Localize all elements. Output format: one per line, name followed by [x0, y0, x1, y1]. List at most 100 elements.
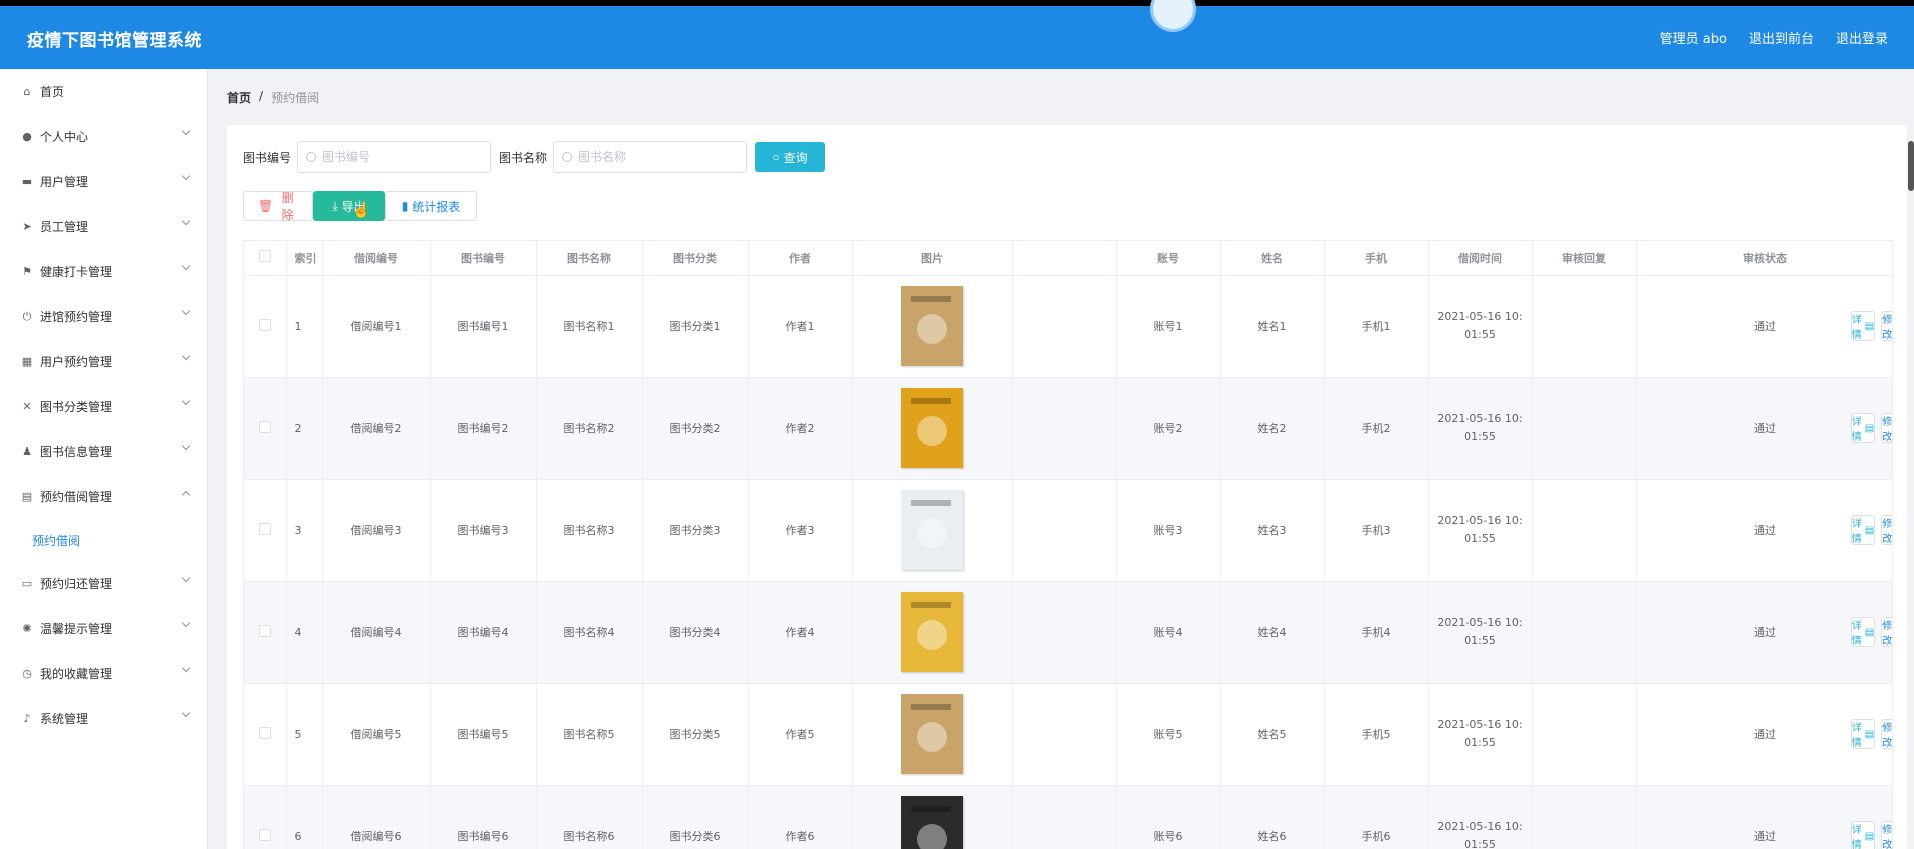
sidebar-item-11[interactable]: ✺ 温馨提示管理 — [0, 606, 207, 651]
cell-author: 作者1 — [748, 275, 853, 378]
table-row[interactable]: 5 借阅编号5 图书编号5 图书名称5 图书分类5 作者5 账号5 姓名5 手机5 2021-05… — [244, 683, 1893, 786]
sidebar-item-10[interactable]: ▭ 预约归还管理 — [0, 561, 207, 606]
sidebar-item-0[interactable]: ⌂ 首页 — [0, 69, 207, 114]
edit-button[interactable]: 修改✎ — [1881, 719, 1893, 749]
sidebar-item-5[interactable]: ⏻ 进馆预约管理 — [0, 294, 207, 339]
breadcrumb: 首页 / 预约借阅 — [227, 89, 319, 106]
cell-phone: 手机3 — [1324, 479, 1429, 582]
sidebar-item-label: 我的收藏管理 — [40, 667, 113, 681]
sidebar-item-3[interactable]: ➤ 员工管理 — [0, 204, 207, 249]
scrollbar-thumb[interactable] — [1908, 141, 1914, 191]
row-checkbox[interactable] — [258, 624, 271, 637]
export-button[interactable]: ⤓ 导出 ☝ — [313, 191, 385, 221]
chevron-down-icon — [181, 306, 191, 316]
table-header-row: 索引 借阅编号 图书编号 图书名称 图书分类 作者 图片 账号 姓名 手机 借阅时间 审核回复 审核状态… — [244, 241, 1892, 276]
table-row[interactable]: 3 借阅编号3 图书编号3 图书名称3 图书分类3 作者3 账号3 姓名3 手机3 2021-05… — [244, 479, 1892, 582]
cell-book_no: 图书编号3 — [430, 479, 537, 582]
breadcrumb-home[interactable]: 首页 — [227, 89, 251, 106]
sidebar-item-label: 预约归还管理 — [40, 577, 113, 591]
book-name-input[interactable] — [578, 150, 729, 164]
avatar[interactable] — [1150, 0, 1196, 32]
column-header: 图片 — [852, 241, 1013, 276]
sidebar-item-13[interactable]: ♪ 系统管理 — [0, 696, 207, 741]
exit-to-front-link[interactable]: 退出到前台 — [1749, 28, 1814, 47]
row-checkbox[interactable] — [258, 726, 271, 739]
edit-button[interactable]: 修改✎ — [1881, 617, 1892, 647]
column-header-spacer — [1012, 241, 1117, 276]
cell-book_no: 图书编号6 — [430, 785, 537, 849]
row-checkbox-cell — [244, 683, 287, 786]
row-checkbox[interactable] — [258, 522, 271, 535]
column-header: 借阅时间 — [1428, 241, 1533, 276]
sidebar-item-8[interactable]: ♟ 图书信息管理 — [0, 429, 207, 474]
cell-spacer — [1012, 377, 1117, 480]
row-checkbox[interactable] — [258, 420, 271, 433]
sidebar-item-2[interactable]: ▬ 用户管理 — [0, 159, 207, 204]
edit-button[interactable]: 修改✎ — [1881, 515, 1892, 545]
sidebar-item-12[interactable]: ◷ 我的收藏管理 — [0, 651, 207, 696]
clock-icon: ◷ — [22, 667, 32, 680]
cell-idx: 2 — [286, 377, 323, 480]
book-name-field[interactable] — [553, 141, 748, 173]
ticket-icon: ▬ — [21, 175, 33, 188]
book-cover-image[interactable] — [901, 796, 963, 849]
sidebar-item-7[interactable]: ✕ 图书分类管理 — [0, 384, 207, 429]
edit-button[interactable]: 修改✎ — [1881, 311, 1892, 341]
table-row[interactable]: 6 借阅编号6 图书编号6 图书名称6 图书分类6 作者6 账号6 姓名6 手机6 2021-05… — [244, 785, 1893, 849]
select-all-checkbox[interactable] — [258, 250, 271, 263]
table-body: 1 借阅编号1 图书编号1 图书名称1 图书分类1 作者1 账号1 姓名1 手机1 2021-05… — [244, 275, 1893, 849]
edit-label: 修改 — [1882, 825, 1893, 849]
cell-name: 姓名6 — [1220, 785, 1325, 849]
borrow-time-line1: 2021-05-16 10: — [1437, 718, 1523, 731]
edit-label: 修改 — [1882, 723, 1893, 749]
book-cover-image[interactable] — [901, 592, 963, 672]
detail-button[interactable]: 详情 ▤ — [1850, 719, 1876, 749]
row-checkbox[interactable] — [258, 828, 271, 841]
download-icon: ⤓ — [332, 198, 338, 213]
sidebar-item-6[interactable]: ▦ 用户预约管理 — [0, 339, 207, 384]
detail-button[interactable]: 详情 ▤ — [1850, 311, 1876, 341]
table-row[interactable]: 2 借阅编号2 图书编号2 图书名称2 图书分类2 作者2 账号2 姓名2 手机2 2021-05… — [244, 377, 1892, 480]
cell-phone: 手机2 — [1324, 377, 1429, 480]
stats-report-button[interactable]: ▮ 统计报表 — [385, 191, 477, 221]
detail-button[interactable]: 详情 ▤ — [1850, 413, 1876, 443]
cell-phone: 手机6 — [1324, 785, 1429, 849]
logout-link[interactable]: 退出登录 — [1836, 28, 1888, 47]
menu-icon: ▤ — [21, 490, 33, 503]
admin-user-label[interactable]: 管理员 abo — [1660, 28, 1727, 47]
book-cover-image[interactable] — [901, 286, 963, 366]
cell-account: 账号6 — [1116, 785, 1221, 849]
app-title: 疫情下图书馆管理系统 — [27, 31, 202, 51]
cell-idx: 5 — [286, 683, 323, 786]
book-no-input[interactable] — [322, 150, 473, 164]
detail-button[interactable]: 详情 ▤ — [1850, 515, 1876, 545]
cell-name: 姓名3 — [1220, 479, 1325, 582]
book-cover-image[interactable] — [901, 490, 963, 570]
book-cover-image[interactable] — [901, 694, 963, 774]
detail-button[interactable]: 详情 ▤ — [1850, 617, 1876, 647]
cell-idx: 1 — [286, 275, 323, 378]
sidebar-subitem-borrow[interactable]: 预约借阅 — [0, 519, 207, 561]
table-row[interactable]: 1 借阅编号1 图书编号1 图书名称1 图书分类1 作者1 账号1 姓名1 手机1 2021-05… — [244, 275, 1892, 378]
trash-icon: 🗑 — [258, 199, 274, 213]
sidebar-item-label: 用户预约管理 — [40, 355, 113, 369]
book-cover-image[interactable] — [901, 388, 963, 468]
column-header: 借阅编号 — [322, 241, 431, 276]
cell-borrow_no: 借阅编号2 — [322, 377, 431, 480]
query-button[interactable]: ○ 查询 — [755, 142, 826, 172]
sidebar-item-4[interactable]: ⚑ 健康打卡管理 — [0, 249, 207, 294]
detail-button[interactable]: 详情 ▤ — [1850, 821, 1876, 849]
edit-button[interactable]: 修改✎ — [1881, 821, 1893, 849]
book-name-label: 图书名称 — [499, 150, 548, 165]
cell-cover — [852, 275, 1013, 378]
book-no-field[interactable] — [297, 141, 492, 173]
batch-delete-button[interactable]: 🗑 删除 — [243, 191, 313, 222]
cell-reply — [1532, 785, 1637, 849]
edit-button[interactable]: 修改✎ — [1881, 413, 1892, 443]
cell-name: 姓名5 — [1220, 683, 1325, 786]
row-checkbox[interactable] — [258, 318, 271, 331]
table-row[interactable]: 4 借阅编号4 图书编号4 图书名称4 图书分类4 作者4 账号4 姓名4 手机4 2021-05… — [244, 581, 1892, 684]
sidebar-item-1[interactable]: ● 个人中心 — [0, 114, 207, 159]
sidebar-item-9[interactable]: ▤ 预约借阅管理 — [0, 474, 207, 519]
main-content: 首页 / 预约借阅 图书编号 图书名称 ○ 查询 🗑 删除 — [209, 69, 1914, 849]
